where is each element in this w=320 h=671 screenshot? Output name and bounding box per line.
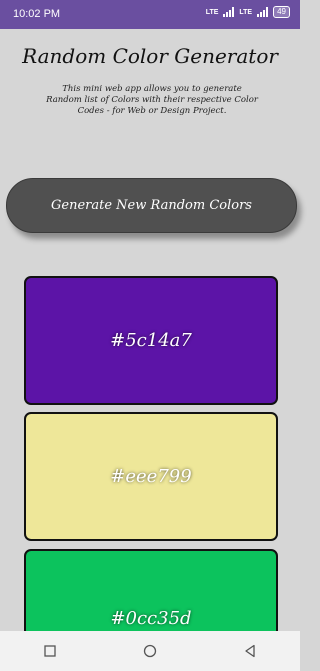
generate-button-label: Generate New Random Colors: [51, 198, 252, 213]
color-card: #eee799: [24, 412, 278, 541]
back-button[interactable]: [235, 636, 265, 666]
color-card: #5c14a7: [24, 276, 278, 405]
page-title: Random Color Generator: [22, 44, 278, 68]
network-type-1: LTE: [205, 8, 219, 16]
signal-icon-2: [257, 7, 269, 17]
app-description: This mini web app allows you to generate…: [46, 84, 258, 116]
status-bar: 10:02 PM LTE LTE 49: [0, 0, 300, 29]
back-icon: [245, 644, 255, 658]
recent-apps-button[interactable]: [35, 636, 65, 666]
home-icon: [143, 644, 157, 658]
color-code: #0cc35d: [110, 607, 192, 629]
status-time: 10:02 PM: [13, 8, 61, 20]
battery-level: 49: [277, 7, 286, 16]
status-icons: LTE LTE 49: [206, 6, 290, 18]
color-code: #eee799: [110, 466, 192, 487]
color-code: #5c14a7: [110, 330, 192, 351]
system-nav-bar: [0, 631, 300, 671]
generate-colors-button[interactable]: Generate New Random Colors: [6, 178, 297, 233]
battery-icon: 49: [273, 6, 290, 18]
recent-apps-icon: [44, 645, 56, 657]
network-type-2: LTE: [239, 8, 253, 16]
home-button[interactable]: [135, 636, 165, 666]
signal-icon: [223, 7, 235, 17]
